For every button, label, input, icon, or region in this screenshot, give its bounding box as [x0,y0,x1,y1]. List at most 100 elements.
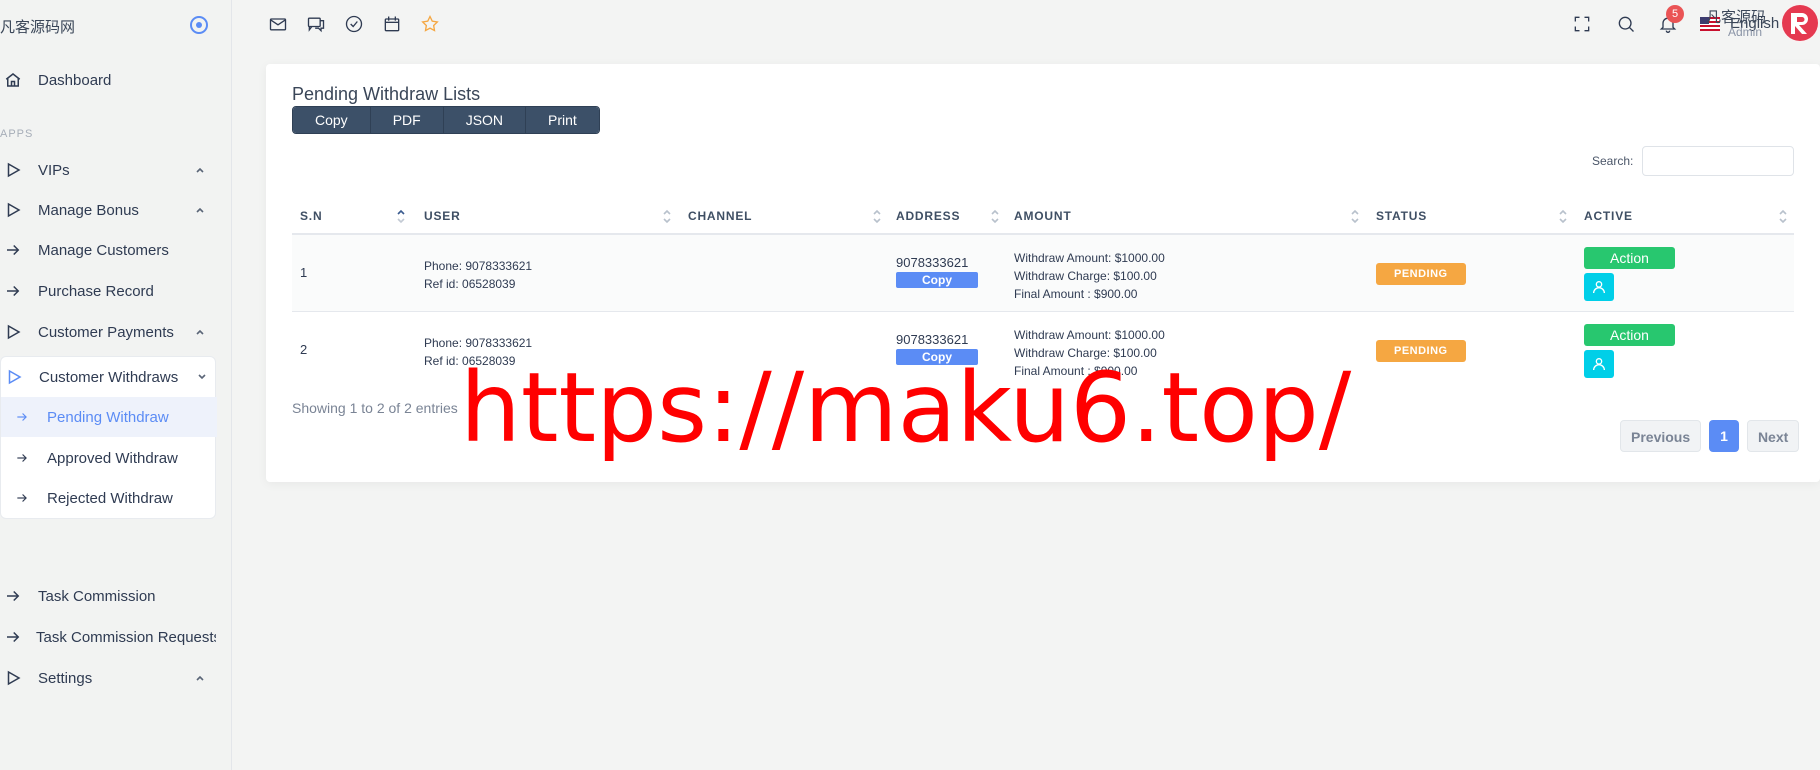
column-header-active[interactable]: ACTIVE [1584,200,1633,232]
target-icon[interactable] [190,16,208,34]
sidebar-item-task-commission[interactable]: Task Commission [0,576,231,616]
user-role: Admin [1728,25,1763,39]
brand-name: 凡客源码网 [0,19,76,36]
sidebar-subitem-label: Pending Withdraw [47,408,169,426]
status-badge: PENDING [1376,340,1466,362]
sidebar-item-task-commission-requests[interactable]: Task Commission Requests [0,617,231,657]
withdraw-amount: Withdraw Amount: $1000.00 [1014,328,1165,342]
column-header-sn[interactable]: S.N [300,200,322,232]
sidebar-item-label: Purchase Record [38,282,154,300]
arrow-right-icon [17,454,27,462]
final-amount: Final Amount : $900.00 [1014,287,1138,301]
sidebar-subitem-pending-withdraw[interactable]: Pending Withdraw [1,397,217,437]
customer-withdraws-submenu: Customer Withdraws Pending Withdraw Appr… [0,356,217,519]
print-button[interactable]: Print [526,107,599,133]
topbar: English 5 凡客源码 Admin [232,0,1820,52]
user-icon [1593,358,1605,371]
address-value: 9078333621 [896,255,969,270]
sidebar-subitem-approved-withdraw[interactable]: Approved Withdraw [1,438,217,478]
address-value: 9078333621 [896,332,969,347]
search-label: Search: [1592,154,1634,168]
cell-sn: 2 [300,342,308,357]
sidebar-item-vips[interactable]: VIPs [0,150,231,190]
cell-amount: Withdraw Amount: $1000.00 Withdraw Charg… [1014,249,1165,303]
column-header-user[interactable]: USER [424,200,461,232]
chat-icon[interactable] [306,14,326,34]
arrow-right-icon [7,285,20,297]
sort-icon[interactable] [396,208,406,224]
sidebar-item-customer-withdraws[interactable]: Customer Withdraws [1,357,217,397]
column-header-status[interactable]: STATUS [1376,200,1427,232]
arrow-right-icon [7,244,20,256]
play-icon [8,369,22,385]
table-row: 1 Phone: 9078333621 Ref id: 06528039 907… [292,235,1794,311]
sidebar-subitem-label: Approved Withdraw [47,449,178,467]
sidebar-item-settings[interactable]: Settings [0,658,231,698]
play-icon [7,162,21,178]
chevron-down-icon [198,374,206,380]
logo-icon [1782,5,1818,41]
page-1-button[interactable]: 1 [1709,420,1739,452]
sort-icon[interactable] [872,208,882,224]
sidebar-item-label: Manage Bonus [38,201,139,219]
chevron-up-icon [196,329,204,335]
sidebar-item-label: Dashboard [38,71,112,89]
previous-page-button[interactable]: Previous [1620,420,1702,452]
sort-icon[interactable] [1778,208,1788,224]
next-page-button[interactable]: Next [1746,420,1800,452]
pagination: Previous 1 Next [1620,420,1800,452]
column-header-channel[interactable]: CHANNEL [688,200,752,232]
column-header-amount[interactable]: AMOUNT [1014,200,1071,232]
check-circle-icon[interactable] [344,14,364,34]
sidebar-item-label: Task Commission [38,587,156,605]
action-button[interactable]: Action [1584,324,1675,346]
sort-icon[interactable] [1558,208,1568,224]
arrow-right-icon [7,590,20,602]
sidebar-item-manage-customers[interactable]: Manage Customers [0,230,231,270]
table-info: Showing 1 to 2 of 2 entries [292,400,458,416]
arrow-right-icon [7,631,20,643]
user-icon [1593,281,1605,294]
calendar-icon[interactable] [382,14,402,34]
user-phone: Phone: 9078333621 [424,336,533,350]
mail-icon[interactable] [268,14,288,34]
sidebar-item-label: Settings [38,669,93,687]
copy-button[interactable]: Copy [293,107,371,133]
play-icon [7,324,21,340]
action-button[interactable]: Action [1584,247,1675,269]
sidebar-subitem-rejected-withdraw[interactable]: Rejected Withdraw [1,478,217,518]
star-icon[interactable] [420,14,440,34]
avatar[interactable] [1780,3,1820,43]
sidebar: 凡客源码网 APPS Dashboard VIPs Manage Bonus M… [0,0,232,770]
sidebar-item-purchase-record[interactable]: Purchase Record [0,271,231,311]
user-profile-button[interactable] [1584,273,1614,301]
search-icon[interactable] [1616,14,1636,34]
sidebar-item-dashboard[interactable]: Dashboard [0,60,231,100]
user-phone: Phone: 9078333621 [424,259,533,273]
sidebar-item-manage-bonus[interactable]: Manage Bonus [0,190,231,230]
cell-address: 9078333621 Copy [896,255,978,288]
user-profile-button[interactable] [1584,350,1614,378]
status-badge: PENDING [1376,263,1466,285]
play-icon [7,202,21,218]
user-name: 凡客源码 [1706,9,1767,26]
copy-address-button[interactable]: Copy [896,272,978,288]
withdraw-charge: Withdraw Charge: $100.00 [1014,269,1157,283]
fullscreen-icon[interactable] [1572,14,1592,34]
json-button[interactable]: JSON [443,107,527,133]
search-input[interactable] [1642,146,1794,176]
sidebar-item-label: Manage Customers [38,241,169,259]
sidebar-item-label: Customer Payments [38,323,174,341]
sort-icon[interactable] [662,208,672,224]
sidebar-item-label: VIPs [38,161,70,179]
pdf-button[interactable]: PDF [370,107,444,133]
chevron-up-icon [196,167,204,173]
sidebar-item-customer-payments[interactable]: Customer Payments [0,312,231,352]
column-header-address[interactable]: ADDRESS [896,200,960,232]
arrow-right-icon [17,413,27,421]
menu-section-title: APPS [0,128,34,140]
sort-icon[interactable] [1350,208,1360,224]
sidebar-subitem-label: Rejected Withdraw [47,489,173,507]
sort-icon[interactable] [990,208,1000,224]
export-button-group: Copy PDF JSON Print [292,106,600,134]
